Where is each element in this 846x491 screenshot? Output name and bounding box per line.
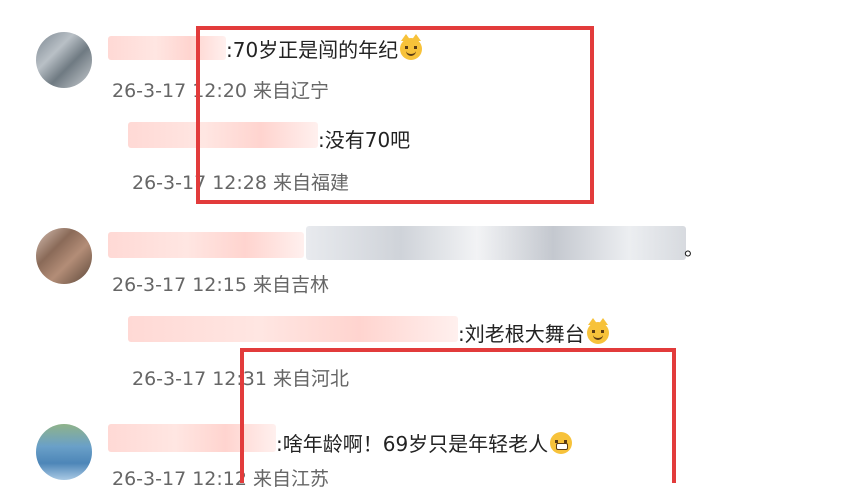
highlight-box (240, 348, 676, 483)
avatar[interactable] (36, 228, 92, 284)
avatar[interactable] (36, 424, 92, 480)
comment-text: 。 (684, 236, 704, 260)
reply-username-blurred[interactable] (128, 316, 458, 342)
avatar[interactable] (36, 32, 92, 88)
cat-face-icon (586, 318, 609, 344)
highlight-box (196, 26, 594, 204)
comment-meta: 26-3-17 12:15 来自吉林 (112, 274, 329, 296)
username-blurred[interactable] (108, 232, 304, 258)
reply-text: :刘老根大舞台 (458, 318, 609, 347)
comment-text-blurred (306, 226, 686, 260)
reply-text-content: :刘老根大舞台 (458, 322, 585, 346)
